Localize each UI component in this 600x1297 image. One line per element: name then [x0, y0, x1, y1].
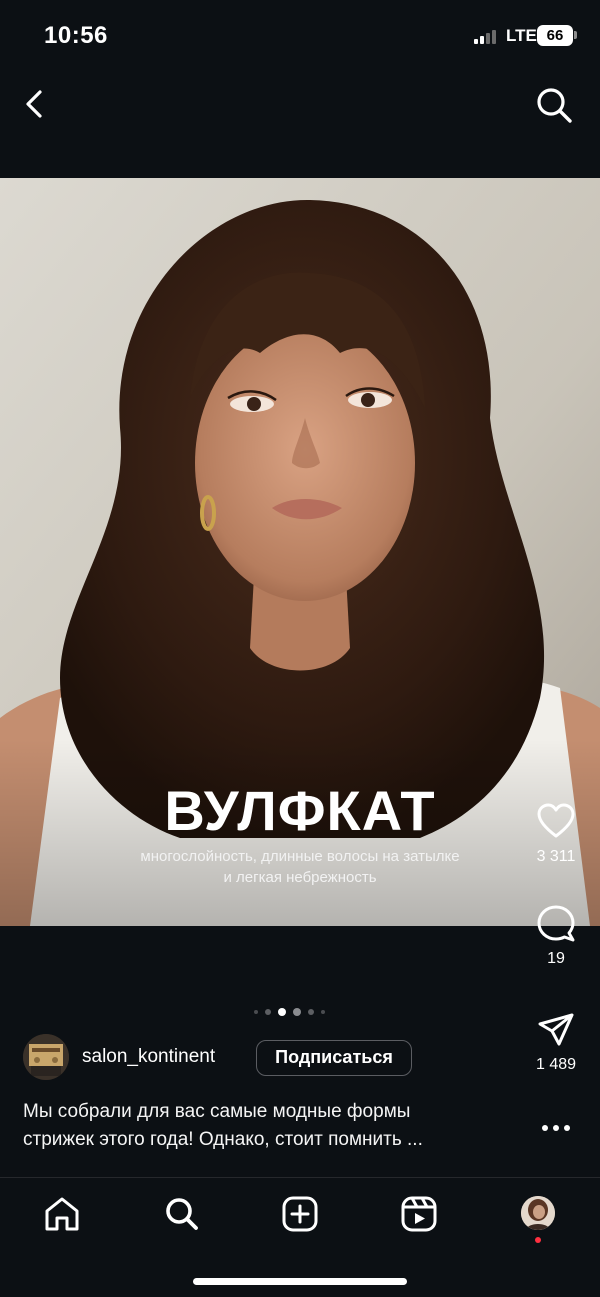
tab-profile[interactable] [521, 1196, 555, 1230]
share-count: 1 489 [535, 1056, 577, 1073]
carousel-dot [254, 1010, 258, 1014]
reels-icon [401, 1196, 437, 1232]
like-button[interactable]: 3 311 [526, 802, 586, 866]
post-screen: 10:56 LTE 66 ВУЛФКАТ многослойность, дли… [0, 0, 600, 1297]
share-button[interactable]: 1 489 [526, 1010, 586, 1074]
follow-button[interactable]: Подписаться [256, 1040, 412, 1076]
account-avatar[interactable] [23, 1034, 69, 1080]
search-icon [166, 1198, 198, 1230]
tab-reels[interactable] [399, 1194, 439, 1234]
battery-cap [574, 31, 577, 39]
comment-icon [537, 905, 575, 942]
plus-square-icon [282, 1196, 318, 1232]
overlay-subtitle-line1: многослойность, длинные волосы на затылк… [140, 848, 460, 865]
post-caption[interactable]: Мы собрали для вас самые модные формы ст… [23, 1098, 503, 1154]
home-icon [45, 1197, 79, 1231]
home-indicator[interactable] [193, 1278, 407, 1285]
comment-count: 19 [547, 950, 565, 967]
signal-icon [474, 30, 500, 44]
overlay-subtitle-line2: и легкая небрежность [223, 869, 377, 886]
caption-line2: стрижек этого года! Однако, стоит помнит… [23, 1129, 423, 1150]
heart-icon [537, 803, 575, 838]
notification-dot [535, 1237, 541, 1243]
more-options-button[interactable] [538, 1116, 574, 1140]
search-icon [537, 88, 572, 123]
like-count: 3 311 [536, 848, 576, 865]
search-button[interactable] [534, 85, 574, 125]
tabbar-divider [0, 1177, 600, 1178]
battery-icon: 66 [537, 25, 573, 46]
carousel-dot-active [278, 1008, 286, 1016]
profile-avatar [521, 1196, 555, 1230]
comment-button[interactable]: 19 [526, 904, 586, 968]
caption-line1: Мы собрали для вас самые модные формы [23, 1101, 411, 1122]
carousel-indicator [254, 1007, 325, 1017]
tab-explore[interactable] [162, 1194, 202, 1234]
network-label: LTE [506, 26, 537, 45]
carousel-dot [265, 1009, 271, 1015]
back-button[interactable] [18, 86, 54, 122]
overlay-title: ВУЛФКАТ [164, 779, 436, 842]
more-icon [542, 1125, 570, 1131]
carousel-dot [293, 1008, 301, 1016]
tab-create[interactable] [280, 1194, 320, 1234]
account-username[interactable]: salon_kontinent [82, 1046, 215, 1068]
carousel-dot [321, 1010, 325, 1014]
chevron-left-icon [26, 90, 42, 118]
status-time: 10:56 [44, 22, 108, 49]
carousel-dot [308, 1009, 314, 1015]
send-icon [538, 1013, 574, 1046]
overlay-subtitle: многослойность, длинные волосы на затылк… [100, 846, 500, 888]
tab-home[interactable] [42, 1194, 82, 1234]
